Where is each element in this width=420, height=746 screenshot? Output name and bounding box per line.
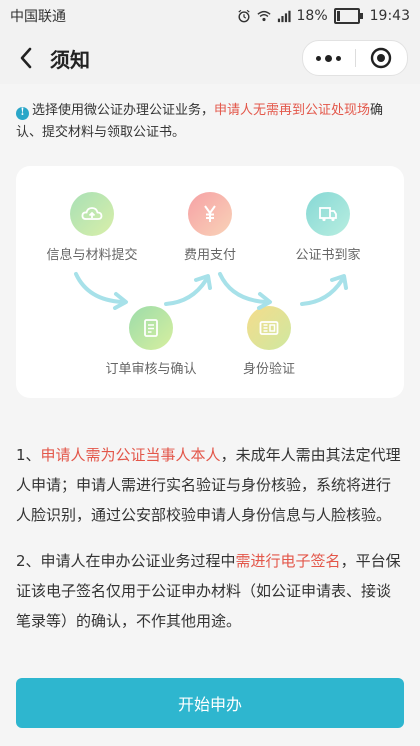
flow-arrow-down-icon bbox=[218, 272, 272, 310]
cloud-upload-icon bbox=[70, 192, 114, 236]
nav-bar: 须知 bbox=[0, 32, 420, 84]
notice-text: ! 选择使用微公证办理公证业务，申请人无需再到公证处现场确认、提交材料与领取公证书… bbox=[16, 100, 404, 144]
status-bar: 中国联通 18% 19:43 bbox=[0, 0, 420, 32]
more-dots-icon bbox=[316, 54, 342, 62]
record-circle-icon bbox=[371, 47, 392, 69]
chevron-left-icon bbox=[20, 47, 32, 69]
mini-program-capsule bbox=[302, 40, 408, 76]
battery-icon bbox=[333, 8, 363, 24]
rules-list: 1、申请人需为公证当事人本人，未成年人需由其法定代理人申请；申请人需进行实名验证… bbox=[16, 440, 404, 652]
flow-arrow-down-icon bbox=[74, 272, 128, 310]
rule-highlight: 申请人需为公证当事人本人 bbox=[40, 446, 221, 464]
notice-part1: 选择使用微公证办理公证业务， bbox=[32, 103, 215, 118]
flow-step-submit: 信息与材料提交 bbox=[32, 192, 152, 263]
close-button[interactable] bbox=[356, 41, 408, 75]
page-title: 须知 bbox=[50, 47, 90, 72]
notice-highlight: 申请人无需再到公证处现场 bbox=[214, 103, 371, 118]
flow-step-label: 信息与材料提交 bbox=[46, 248, 138, 263]
more-button[interactable] bbox=[303, 41, 355, 75]
flow-step-label: 公证书到家 bbox=[295, 248, 361, 263]
flow-step-payment: 费用支付 bbox=[150, 192, 270, 263]
status-icons: 18% 19:43 bbox=[237, 8, 420, 24]
back-button[interactable] bbox=[6, 38, 46, 78]
flow-step-review: 订单审核与确认 bbox=[91, 306, 211, 377]
rule-highlight: 需进行电子签名 bbox=[235, 552, 341, 570]
signal-icon bbox=[277, 10, 291, 23]
flow-step-label: 身份验证 bbox=[242, 362, 295, 377]
info-icon: ! bbox=[16, 106, 29, 120]
flow-step-identity: 身份验证 bbox=[209, 306, 329, 377]
process-flow-card: 信息与材料提交 费用支付 公证书到家 订单审核与确认 身份验证 bbox=[16, 166, 404, 398]
document-check-icon bbox=[129, 306, 173, 350]
yen-icon bbox=[188, 192, 232, 236]
rule-item: 2、申请人在申办公证业务过程中需进行电子签名，平台保证该电子签名仅用于公证申办材… bbox=[16, 546, 404, 636]
rule-item: 1、申请人需为公证当事人本人，未成年人需由其法定代理人申请；申请人需进行实名验证… bbox=[16, 440, 404, 530]
flow-arrow-up-icon bbox=[164, 274, 212, 306]
alarm-icon bbox=[237, 9, 250, 23]
wifi-icon bbox=[256, 10, 271, 22]
carrier-label: 中国联通 bbox=[10, 9, 66, 25]
battery-percent: 18% bbox=[296, 8, 328, 24]
id-card-icon bbox=[247, 306, 291, 350]
rule-prefix: 2、申请人在申办公证业务过程中 bbox=[16, 552, 236, 570]
flow-step-delivery: 公证书到家 bbox=[268, 192, 388, 263]
clock-time: 19:43 bbox=[369, 8, 410, 24]
start-application-button[interactable]: 开始申办 bbox=[16, 678, 404, 728]
flow-step-label: 费用支付 bbox=[183, 248, 236, 263]
flow-step-label: 订单审核与确认 bbox=[105, 362, 197, 377]
flow-arrow-up-icon bbox=[300, 274, 348, 306]
delivery-truck-icon bbox=[306, 192, 350, 236]
rule-prefix: 1、 bbox=[16, 446, 41, 464]
bottom-bar: 开始申办 bbox=[0, 646, 420, 746]
content-area: ! 选择使用微公证办理公证业务，申请人无需再到公证处现场确认、提交材料与领取公证书… bbox=[0, 84, 420, 646]
